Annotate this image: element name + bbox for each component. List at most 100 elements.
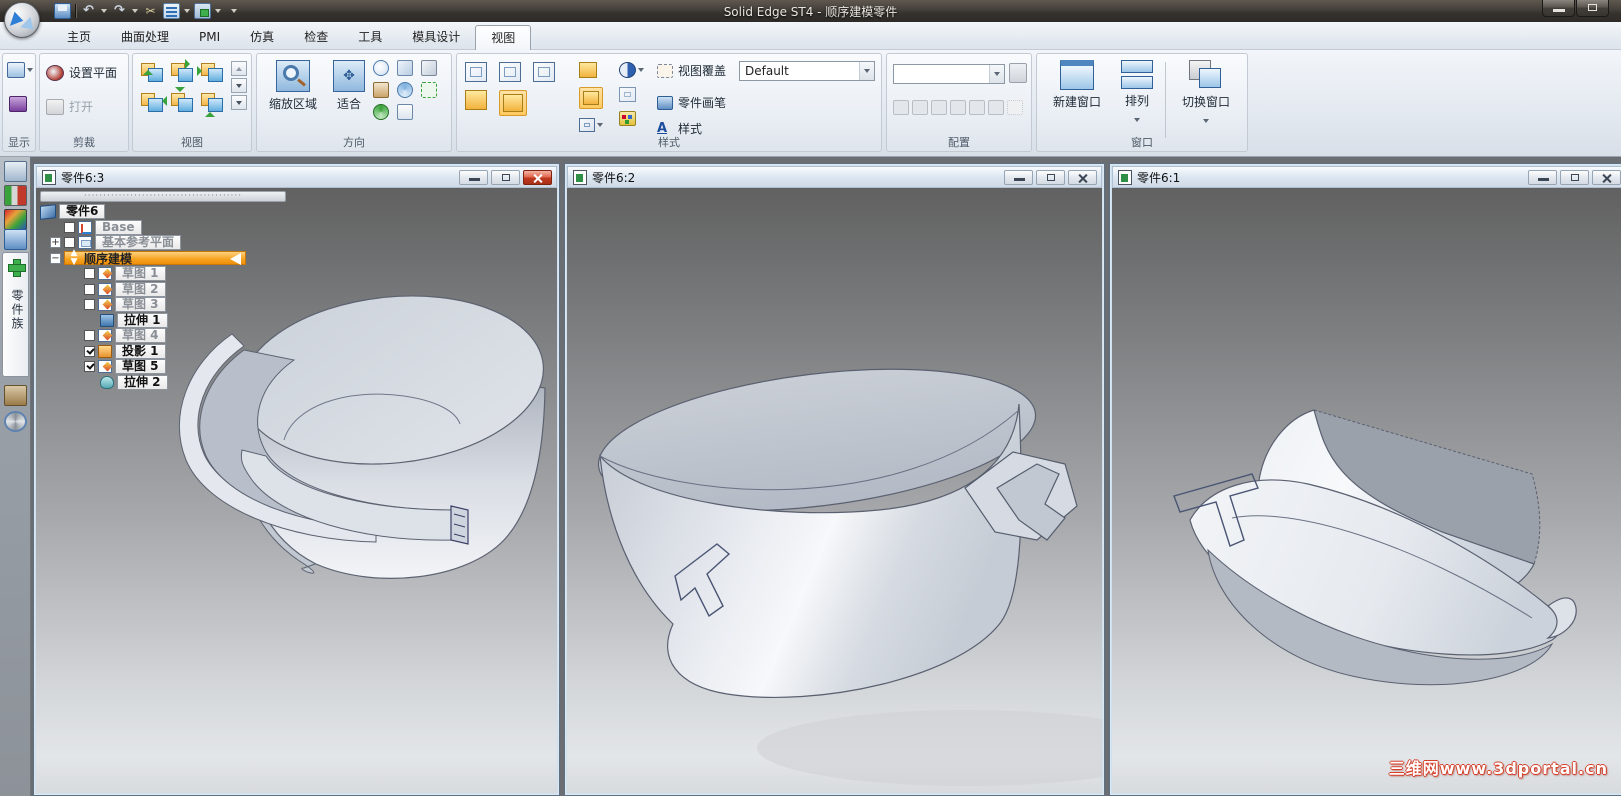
view-scroll-down-button[interactable]	[231, 78, 247, 93]
child-minimize-button[interactable]	[1004, 169, 1033, 185]
display-config-dropdown[interactable]	[27, 68, 33, 72]
save-view-dropdown[interactable]	[215, 9, 221, 13]
combo-dropdown[interactable]	[859, 62, 874, 80]
config-tool-icon[interactable]	[912, 100, 928, 115]
named-views-icon[interactable]	[163, 3, 180, 19]
checkbox-checked[interactable]	[84, 345, 95, 357]
tree-item-projection-1[interactable]: 投影 1	[84, 343, 288, 360]
tree-item-base[interactable]: Base	[64, 219, 288, 236]
tree-item-sketch-4[interactable]: 草图 4	[84, 328, 288, 344]
view-style-button-active[interactable]	[579, 87, 603, 109]
redo-icon[interactable]: ↷	[111, 3, 128, 19]
view-window-icon[interactable]	[139, 61, 165, 83]
rotate-icon[interactable]	[397, 82, 413, 98]
transparency-cube-icon[interactable]	[619, 87, 636, 102]
previous-view-icon[interactable]	[421, 60, 437, 76]
common-views-icon[interactable]	[421, 82, 437, 98]
color-map-icon[interactable]	[4, 209, 27, 230]
undo-icon[interactable]: ↶	[80, 3, 97, 19]
checkbox[interactable]	[84, 330, 95, 342]
tool-icon[interactable]	[4, 385, 27, 406]
config-pin-icon[interactable]	[988, 100, 1004, 115]
checkbox[interactable]	[84, 283, 95, 295]
checkbox[interactable]	[84, 299, 95, 311]
checkbox[interactable]	[84, 268, 95, 280]
switch-window-dropdown[interactable]	[1203, 119, 1209, 123]
layers-icon[interactable]	[4, 161, 27, 182]
face-style-cube-icon[interactable]	[579, 62, 597, 78]
config-tool-icon[interactable]	[931, 100, 947, 115]
view-override-button[interactable]: 视图覆盖	[657, 62, 726, 79]
tree-item-extrude-1[interactable]: 拉伸 1	[100, 312, 288, 329]
minimize-button[interactable]	[1542, 0, 1575, 17]
part-painter-button[interactable]: 零件画笔	[657, 94, 726, 111]
child-window-1-titlebar[interactable]: 零件6:3	[36, 166, 557, 188]
tab-view[interactable]: 视图	[475, 25, 532, 50]
named-views-dropdown[interactable]	[184, 9, 190, 13]
window-panel-icon[interactable]	[4, 229, 27, 250]
viewport-1[interactable]: ········································…	[36, 188, 557, 793]
attach-icon[interactable]: ✂	[142, 3, 159, 19]
child-window-2-titlebar[interactable]: 零件6:2	[567, 166, 1102, 188]
tree-item-ordered-modeling[interactable]: − ▲ ▼ 顺序建模	[50, 249, 288, 267]
open-clip-button[interactable]: 打开	[46, 98, 93, 115]
hidden-edges-cube-icon[interactable]	[533, 62, 555, 82]
display-config-icon[interactable]	[7, 62, 25, 78]
set-plane-button[interactable]: 设置平面	[46, 64, 117, 81]
pan-icon[interactable]	[373, 82, 389, 98]
child-window-3-titlebar[interactable]: 零件6:1	[1112, 166, 1621, 188]
visible-edges-cube-icon[interactable]	[499, 62, 521, 82]
tab-simulation[interactable]: 仿真	[235, 25, 289, 50]
family-table-icon[interactable]	[4, 185, 27, 206]
application-button[interactable]	[4, 2, 40, 38]
tree-item-sketch-3[interactable]: 草图 3	[84, 297, 288, 313]
view-window-icon[interactable]	[169, 59, 195, 83]
new-window-button[interactable]: 新建窗口	[1045, 60, 1109, 110]
restore-button[interactable]	[1576, 0, 1609, 17]
edge-paint-cube-icon[interactable]	[579, 118, 595, 132]
shadows-dropdown[interactable]	[638, 68, 644, 72]
config-combobox[interactable]	[893, 64, 1005, 84]
config-tool-icon[interactable]	[950, 100, 966, 115]
arrange-dropdown[interactable]	[1134, 118, 1140, 122]
child-minimize-button[interactable]	[1528, 169, 1557, 185]
pathfinder-scrollbar[interactable]: ········································…	[40, 191, 286, 202]
child-close-button[interactable]	[1592, 169, 1621, 185]
save-icon[interactable]	[54, 3, 71, 19]
view-window-icon[interactable]	[139, 91, 167, 113]
expand-plus[interactable]: +	[50, 237, 61, 249]
palette-icon[interactable]	[619, 111, 636, 126]
tab-home[interactable]: 主页	[52, 25, 106, 50]
tree-item-extrude-2[interactable]: 拉伸 2	[100, 374, 288, 391]
viewport-2[interactable]	[567, 188, 1102, 793]
config-camera-icon[interactable]	[969, 100, 985, 115]
expand-minus[interactable]: −	[50, 252, 61, 264]
tree-item-sketch-5[interactable]: 草图 5	[84, 359, 288, 375]
view-window-icon[interactable]	[199, 91, 225, 117]
rollback-arrow-icon[interactable]	[230, 253, 241, 266]
tab-tools[interactable]: 工具	[343, 25, 397, 50]
arrange-button[interactable]: 排列	[1115, 60, 1159, 125]
fit-button[interactable]: ✥ 适合	[329, 60, 369, 112]
tree-item-sketch-1[interactable]: 草图 1	[84, 266, 288, 282]
tab-surfacing[interactable]: 曲面处理	[106, 25, 184, 50]
child-restore-button[interactable]	[1560, 169, 1589, 185]
view-window-icon[interactable]	[169, 87, 195, 113]
view-window-icon[interactable]	[197, 61, 225, 83]
child-close-button[interactable]	[1068, 169, 1097, 185]
checkbox[interactable]	[64, 221, 75, 233]
tab-mold-design[interactable]: 模具设计	[397, 25, 475, 50]
shaded-cube-icon[interactable]	[465, 90, 487, 110]
zoom-icon[interactable]	[373, 60, 389, 76]
child-restore-button[interactable]	[1036, 169, 1065, 185]
view-settings-icon[interactable]	[397, 104, 413, 120]
config-tool-icon[interactable]	[893, 100, 909, 115]
combo-dropdown[interactable]	[989, 65, 1004, 83]
tree-item-ref-planes[interactable]: + 基本参考平面	[50, 235, 288, 251]
family-of-parts-tab[interactable]: 零件族	[2, 252, 29, 377]
look-at-face-icon[interactable]	[397, 60, 413, 76]
edge-paint-dropdown[interactable]	[597, 123, 603, 127]
switch-window-button[interactable]: 切换窗口	[1171, 60, 1241, 126]
view-scroll-up-button[interactable]	[231, 61, 247, 76]
config-save-icon[interactable]	[1009, 63, 1027, 83]
